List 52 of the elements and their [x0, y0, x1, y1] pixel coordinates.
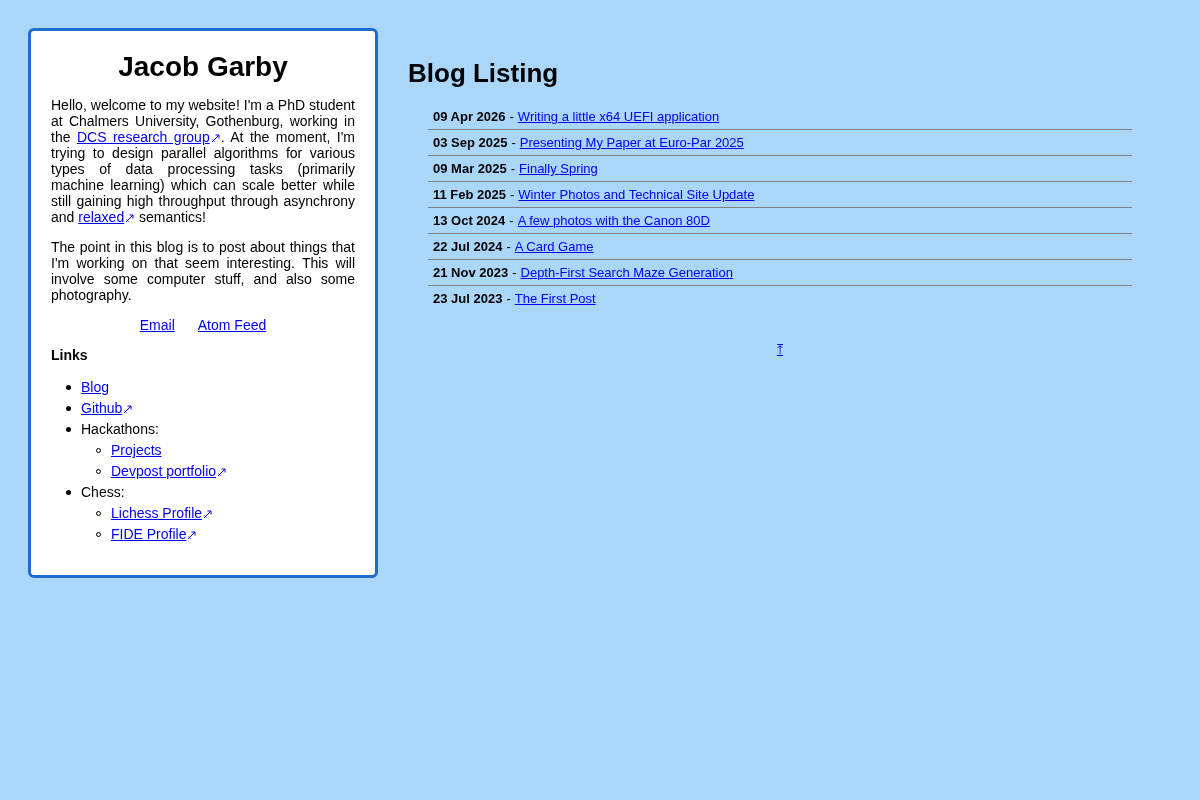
separator-text: - [506, 291, 511, 306]
post-date: 13 Oct 2024 [433, 213, 506, 228]
separator-text: - [510, 161, 516, 176]
nav-link[interactable]: Blog [81, 379, 110, 395]
bullet-icon [66, 385, 71, 390]
post-date: 09 Mar 2025 [433, 161, 507, 176]
separator-text: - [511, 135, 516, 150]
page-heading: Blog Listing [408, 58, 560, 88]
post-link[interactable]: Depth-First Search Maze Generation [520, 265, 733, 280]
nav-link[interactable]: Lichess Profile [111, 505, 214, 521]
back-to-top-link[interactable]: ⤒ [777, 341, 783, 358]
contact-link[interactable]: Email [139, 317, 175, 333]
nav-link[interactable]: Projects [111, 442, 162, 458]
group-label: Hackathons: [81, 421, 159, 437]
links-heading: Links [51, 347, 89, 363]
nav-link[interactable]: Devpost portfolio [111, 463, 228, 479]
nav-link[interactable]: FIDE Profile [111, 526, 198, 542]
external-link-icon [217, 467, 228, 477]
post-link[interactable]: The First Post [514, 291, 596, 306]
post-link[interactable]: Writing a little x64 UEFI application [517, 109, 720, 124]
separator-text: - [506, 239, 511, 254]
external-link-icon [125, 213, 136, 223]
external-link-icon [210, 133, 221, 143]
separator-text: - [512, 265, 517, 280]
post-link[interactable]: A Card Game [514, 239, 594, 254]
separator-text: - [510, 187, 515, 202]
intro-paragraph: Hello, welcome to my website! I'm a PhD student at Chalmers University, Gothenburg, working in the DCS research group . At the moment, I'm trying to design parallel algorithms for various types of data processing tasks (primarily machine learning) which can scale better while still gaining high throughput through asynchrony and relaxed semantics! [51, 97, 355, 225]
separator-text: - [509, 109, 514, 124]
post-link[interactable]: Finally Spring [519, 161, 598, 176]
external-link-icon [203, 509, 214, 519]
post-link[interactable]: Winter Photos and Technical Site Update [518, 187, 755, 202]
group-label: Chess: [81, 484, 125, 500]
post-date: 09 Apr 2026 [433, 109, 506, 124]
about-paragraph: The point in this blog is to post about things that I'm working on that seem interesting. This will involve some computer stuff, and also some photography. [51, 239, 355, 303]
bullet-icon [66, 406, 71, 411]
site-title: Jacob Garby [117, 50, 289, 84]
post-link[interactable]: A few photos with the Canon 80D [517, 213, 710, 228]
post-date: 22 Jul 2024 [433, 239, 503, 254]
nav-link[interactable]: Github [81, 400, 134, 416]
post-link[interactable]: Presenting My Paper at Euro-Par 2025 [519, 135, 744, 150]
post-date: 03 Sep 2025 [433, 135, 508, 150]
inline-link[interactable]: DCS research group [76, 129, 221, 145]
external-link-icon [187, 530, 198, 540]
contact-link[interactable]: Atom Feed [197, 317, 267, 333]
bullet-icon [66, 490, 71, 495]
bullet-icon [66, 427, 71, 432]
post-date: 21 Nov 2023 [433, 265, 509, 280]
post-date: 23 Jul 2023 [433, 291, 503, 306]
post-date: 11 Feb 2025 [433, 187, 506, 202]
inline-link[interactable]: relaxed [78, 209, 136, 225]
separator-text: - [509, 213, 514, 228]
external-link-icon [123, 404, 134, 414]
